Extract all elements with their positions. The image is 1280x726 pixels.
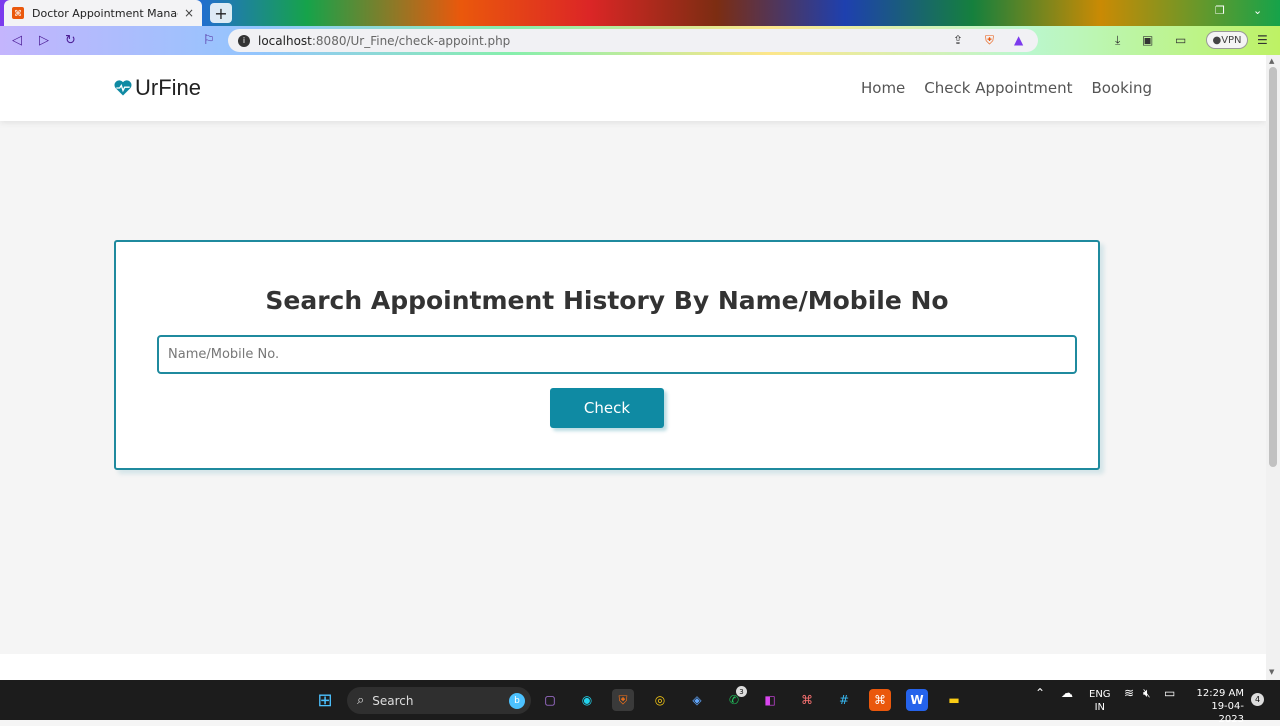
forward-button[interactable]: ▷ [39,33,49,48]
site-navbar: UrFine Home Check Appointment Booking [0,55,1266,121]
notification-badge[interactable]: 4 [1251,693,1264,706]
scroll-down-icon[interactable]: ▼ [1269,668,1274,676]
windows-start-icon[interactable]: ⊞ [314,689,336,711]
page-scrollbar[interactable]: ▲ ▼ [1266,55,1280,680]
check-button[interactable]: Check [550,388,664,428]
chrome-icon[interactable]: ◎ [649,689,671,711]
url-host: localhost [258,33,312,48]
menu-icon[interactable]: ☰ [1257,33,1268,47]
new-tab-button[interactable]: + [210,3,232,23]
edge-icon[interactable]: ◉ [576,689,598,711]
url-field[interactable]: i localhost:8080/Ur_Fine/check-appoint.p… [228,29,1038,52]
taskbar-clock[interactable]: 12:29 AM 19-04-2023 [1188,687,1244,726]
bing-icon: b [509,692,525,709]
footer-strip [0,654,1266,680]
search-appointment-card: Search Appointment History By Name/Mobil… [114,240,1100,470]
language-indicator[interactable]: ENG IN [1089,688,1111,714]
name-mobile-input[interactable] [157,335,1077,374]
site-info-icon[interactable]: i [238,34,250,47]
lang-region: IN [1094,702,1105,713]
vpn-button[interactable]: ● VPN [1206,31,1248,49]
whatsapp-badge: 3 [736,686,747,697]
xampp-icon[interactable]: ⌘ [869,689,891,711]
nav-booking[interactable]: Booking [1091,79,1152,97]
downloads-icon[interactable]: ⤓ [1115,33,1120,48]
main-nav: Home Check Appointment Booking [861,79,1152,97]
site-logo[interactable]: UrFine [113,75,201,101]
brave-rewards-icon[interactable]: ▲ [1014,33,1023,47]
word-icon[interactable]: W [906,689,928,711]
taskbar-search[interactable]: ⌕ Search b [347,687,531,714]
file-explorer-icon[interactable]: ▬ [943,689,965,711]
search-heading: Search Appointment History By Name/Mobil… [265,286,949,315]
search-icon: ⌕ [357,693,365,708]
address-bar-area: ◁ ▷ ↻ ⚐ i localhost:8080/Ur_Fine/check-a… [0,26,1280,55]
chevron-up-icon[interactable]: ⌃ [1035,687,1045,700]
vpn-label: VPN [1221,34,1242,46]
chevron-down-icon[interactable]: ⌄ [1253,4,1262,17]
sidebar-icon[interactable]: ▣ [1142,33,1153,47]
nav-check-appointment[interactable]: Check Appointment [924,79,1072,97]
nav-home[interactable]: Home [861,79,905,97]
bookmark-icon[interactable]: ⚐ [203,33,215,48]
web-page: UrFine Home Check Appointment Booking Se… [0,55,1266,680]
wifi-icon[interactable]: ≋ [1124,687,1134,700]
battery-icon[interactable]: ▭ [1164,687,1175,700]
reload-button[interactable]: ↻ [65,33,76,48]
csharp-icon[interactable]: # [833,689,855,711]
lang-code: ENG [1089,689,1111,700]
taskbar-search-label: Search [372,693,414,708]
close-tab-icon[interactable]: × [184,6,194,20]
game-controller-icon[interactable]: ⌘ [796,689,818,711]
scrollbar-thumb[interactable] [1269,67,1277,467]
vscode-icon[interactable]: ◈ [686,689,708,711]
restore-window-icon[interactable]: ❐ [1215,4,1225,17]
scroll-up-icon[interactable]: ▲ [1269,57,1274,65]
mute-icon[interactable]: 🔇︎ [1143,687,1151,700]
brave-icon[interactable]: ⛨ [612,689,634,711]
back-button[interactable]: ◁ [12,33,22,48]
logo-text: UrFine [135,75,202,100]
clock-date: 19-04-2023 [1211,701,1244,725]
desktop-icon[interactable]: ▢ [539,689,561,711]
browser-tab[interactable]: ⌘ Doctor Appointment Managemen × [4,0,202,26]
heartbeat-icon [114,80,132,96]
share-icon[interactable]: ⇪ [953,33,963,47]
clock-time: 12:29 AM [1196,688,1244,699]
wallet-icon[interactable]: ▭ [1175,33,1186,47]
browser-tab-strip: ⌘ Doctor Appointment Managemen × + ❐ ⌄ [0,0,1280,26]
url-path: :8080/Ur_Fine/check-appoint.php [311,33,511,48]
visual-studio-icon[interactable]: ◧ [759,689,781,711]
cloud-icon[interactable]: ☁ [1061,687,1073,700]
windows-taskbar: ⊞ ⌕ Search b ▢ ◉ ⛨ ◎ ◈ ✆ 3 ◧ ⌘ # ⌘ W ▬ ⌃… [0,680,1280,725]
xampp-favicon-icon: ⌘ [12,7,24,19]
tab-title: Doctor Appointment Managemen [32,6,178,20]
brave-shield-icon[interactable]: ⛨ [985,33,994,48]
